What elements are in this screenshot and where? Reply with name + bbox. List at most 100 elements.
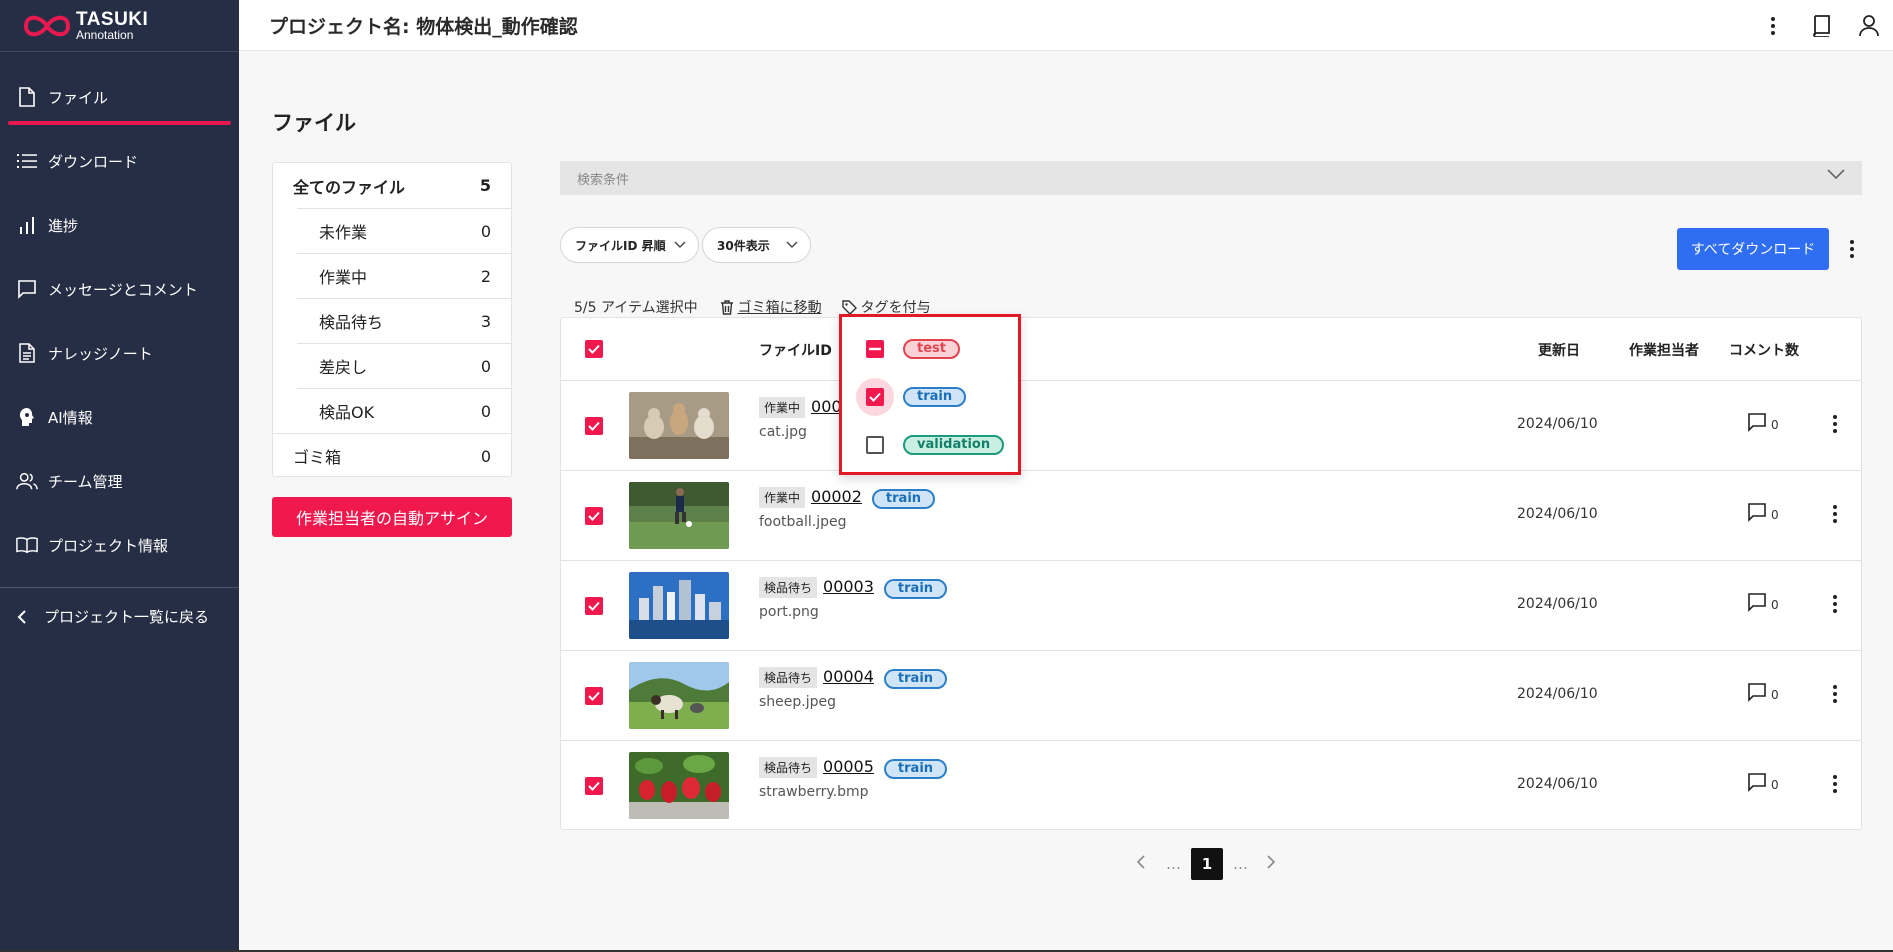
table-row[interactable]: 検品待ち 00004 train sheep.jpeg 2024/06/10 0 <box>561 651 1861 741</box>
thumbnail-port[interactable] <box>629 572 729 639</box>
file-id-link[interactable]: 00005 <box>823 757 874 776</box>
per-page-value: 30件表示 <box>717 238 770 253</box>
sidebar-item-files[interactable]: ファイル <box>0 65 239 129</box>
sidebar-item-project-info[interactable]: プロジェクト情報 <box>0 513 239 577</box>
status-label: 全てのファイル <box>293 177 406 197</box>
file-id-link[interactable]: 00003 <box>823 577 874 596</box>
comment-count: 0 <box>1771 778 1779 792</box>
back-to-projects-link[interactable]: プロジェクト一覧に戻る <box>12 606 209 627</box>
status-label: 検品待ち <box>319 313 384 332</box>
status-inspection-ok[interactable]: 検品OK 0 <box>297 388 511 433</box>
row-more-icon[interactable] <box>1825 499 1845 529</box>
pagination-ellipsis[interactable]: … <box>1166 855 1181 873</box>
status-label: 未作業 <box>319 223 368 242</box>
list-more-icon[interactable] <box>1838 233 1866 265</box>
tag-checkbox-checked[interactable] <box>866 388 884 406</box>
row-more-icon[interactable] <box>1825 409 1845 439</box>
col-file-id[interactable]: ファイルID <box>759 340 832 360</box>
auto-assign-button[interactable]: 作業担当者の自動アサイン <box>272 497 512 537</box>
tag-option-train[interactable]: train <box>842 377 1018 417</box>
status-returned[interactable]: 差戻し 0 <box>297 343 511 388</box>
manual-book-icon[interactable] <box>1797 2 1845 50</box>
status-count: 3 <box>480 311 491 331</box>
status-trash[interactable]: ゴミ箱 0 <box>273 433 511 478</box>
table-row[interactable]: 作業中 00002 train football.jpeg 2024/06/10 0 <box>561 471 1861 561</box>
comment-button[interactable]: 0 <box>1747 502 1779 522</box>
download-all-button[interactable]: すべてダウンロード <box>1677 228 1829 270</box>
move-to-trash-button[interactable]: ゴミ箱に移動 <box>720 297 822 317</box>
col-updated[interactable]: 更新日 <box>1538 340 1580 360</box>
search-conditions-toggle[interactable]: 検索条件 <box>560 161 1862 195</box>
pagination-ellipsis[interactable]: … <box>1233 855 1248 873</box>
row-checkbox[interactable] <box>585 687 603 705</box>
sidebar-item-label: チーム管理 <box>48 472 123 491</box>
tag-chip: train <box>903 387 967 407</box>
comment-button[interactable]: 0 <box>1747 592 1779 612</box>
sidebar-item-knowledge[interactable]: ナレッジノート <box>0 321 239 385</box>
file-id-link[interactable]: 00002 <box>811 487 862 506</box>
row-checkbox[interactable] <box>585 777 603 795</box>
thumbnail-sheep[interactable] <box>629 662 729 729</box>
thumbnail-football[interactable] <box>629 482 729 549</box>
row-more-icon[interactable] <box>1825 769 1845 799</box>
selection-count: 5/5 アイテム選択中 <box>574 300 698 316</box>
tag-checkbox-indeterminate[interactable] <box>866 340 884 358</box>
message-icon <box>16 278 38 300</box>
chevron-left-icon <box>12 607 32 627</box>
page-button-current[interactable]: 1 <box>1191 848 1223 880</box>
brain-icon <box>16 406 38 428</box>
status-label: 検品OK <box>319 403 375 422</box>
tag-chip: test <box>903 339 960 359</box>
status-awaiting-inspection[interactable]: 検品待ち 3 <box>297 298 511 343</box>
kebab-menu-icon[interactable] <box>1749 2 1797 50</box>
sidebar-item-progress[interactable]: 進捗 <box>0 193 239 257</box>
chevron-down-icon <box>786 238 798 252</box>
brand-logo[interactable]: TASUKI Annotation <box>0 0 239 52</box>
status-label: 作業中 <box>319 268 368 287</box>
sidebar-item-team[interactable]: チーム管理 <box>0 449 239 513</box>
user-account-icon[interactable] <box>1845 2 1893 50</box>
row-checkbox[interactable] <box>585 417 603 435</box>
row-more-icon[interactable] <box>1825 589 1845 619</box>
status-badge: 作業中 <box>759 397 806 418</box>
tag-option-validation[interactable]: validation <box>842 425 1018 465</box>
col-assignee: 作業担当者 <box>1629 343 1699 359</box>
per-page-select[interactable]: 30件表示 <box>702 227 811 263</box>
tag-checkbox-unchecked[interactable] <box>866 436 884 454</box>
comment-button[interactable]: 0 <box>1747 772 1779 792</box>
comment-button[interactable]: 0 <box>1747 682 1779 702</box>
status-in-progress[interactable]: 作業中 2 <box>297 253 511 298</box>
tag-option-test[interactable]: test <box>842 329 1018 369</box>
select-all-checkbox[interactable] <box>585 340 603 358</box>
sort-select[interactable]: ファイルID 昇順 <box>560 227 699 263</box>
row-checkbox[interactable] <box>585 507 603 525</box>
row-more-icon[interactable] <box>1825 679 1845 709</box>
comment-button[interactable]: 0 <box>1747 412 1779 432</box>
table-row[interactable]: 検品待ち 00005 train strawberry.bmp 2024/06/10… <box>561 741 1861 831</box>
file-table: ファイルID 更新日 作業担当者 コメント数 作業中 00001 cat.jpg … <box>560 317 1862 830</box>
pagination: … 1 … <box>1136 848 1276 880</box>
sort-select-value: ファイルID 昇順 <box>575 238 666 253</box>
file-id-link[interactable]: 00004 <box>823 667 874 686</box>
status-not-started[interactable]: 未作業 0 <box>297 208 511 253</box>
sidebar-item-ai-info[interactable]: AI情報 <box>0 385 239 449</box>
status-all-files[interactable]: 全てのファイル 5 <box>273 163 511 208</box>
trash-action-label: ゴミ箱に移動 <box>737 300 822 316</box>
updated-date: 2024/06/10 <box>1517 776 1598 792</box>
sidebar-item-download[interactable]: ダウンロード <box>0 129 239 193</box>
thumbnail-strawberry[interactable] <box>629 752 729 819</box>
comment-count: 0 <box>1771 598 1779 612</box>
status-count: 2 <box>480 266 491 286</box>
prev-page-icon[interactable] <box>1136 854 1146 874</box>
updated-date: 2024/06/10 <box>1517 416 1598 432</box>
next-page-icon[interactable] <box>1266 854 1276 874</box>
status-count: 0 <box>480 356 491 376</box>
file-name: sheep.jpeg <box>759 694 837 710</box>
thumbnail-cat[interactable] <box>629 392 729 459</box>
status-count: 0 <box>480 446 491 466</box>
table-row[interactable]: 検品待ち 00003 train port.png 2024/06/10 0 <box>561 561 1861 651</box>
comment-icon <box>1748 773 1766 792</box>
table-row[interactable]: 作業中 00001 cat.jpg 2024/06/10 0 <box>561 381 1861 471</box>
row-checkbox[interactable] <box>585 597 603 615</box>
sidebar-item-messages[interactable]: メッセージとコメント <box>0 257 239 321</box>
